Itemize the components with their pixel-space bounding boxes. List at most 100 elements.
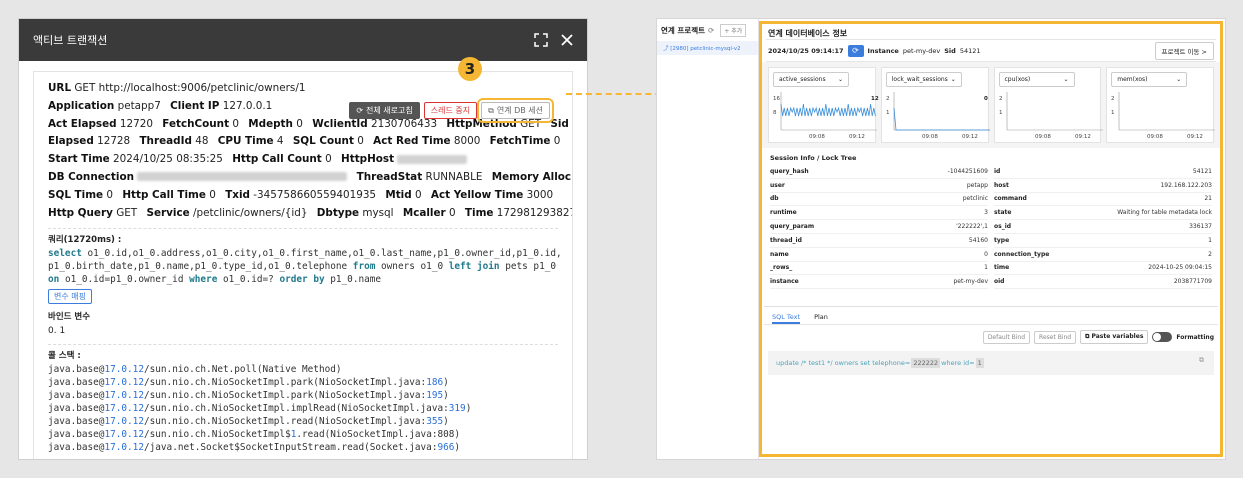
x-tick-label: 09:08: [922, 134, 938, 140]
query-title: 쿼리(12720ms) :: [48, 235, 122, 246]
linked-project-list: 연계 프로젝트 ⟳ + 추가 ⤴ [2980] petclinic-mysql-…: [657, 19, 759, 459]
last-value-label: 12: [871, 96, 879, 102]
stack-frame: java.base@17.0.12/sun.nio.ch.NioSocketIm…: [48, 403, 472, 415]
default-bind-button[interactable]: Default Bind: [982, 330, 1031, 344]
session-info-row: runtime 3: [770, 206, 988, 221]
y-tick-label: 1: [886, 110, 890, 116]
y-tick-label: 1: [1111, 110, 1115, 116]
info-bar: 2024/10/25 09:14:17 ⟳ Instance pet-my-dev…: [766, 40, 1216, 62]
session-info-row: command 21: [994, 193, 1212, 207]
y-tick-label: 2: [1111, 96, 1115, 102]
linked-db-label: 연계 DB 세션: [496, 106, 543, 115]
metric-charts: active_sessions ⌄ 16 8 12 09:08 09:12 lock_wait…: [762, 62, 1220, 148]
linked-db-title: 연계 데이터베이스 정보: [766, 24, 1216, 40]
session-info-row: host 192.168.122.203: [994, 179, 1212, 193]
instance-value: pet-my-dev: [902, 46, 941, 55]
stop-thread-button[interactable]: 스레드 중지: [423, 102, 478, 119]
sql-toolbar: Default Bind Reset Bind ⧉ Paste variable…: [764, 325, 1218, 349]
metrics-line-3: Start Time 2024/10/25 08:35:25 Http Call…: [48, 151, 558, 169]
variable-mapping-button[interactable]: 변수 매핑: [48, 289, 92, 305]
metric-chart: mem(xos) ⌄ 2 1 09:08 09:12: [1106, 67, 1216, 143]
session-info-row: query_hash -1044251609: [770, 165, 988, 179]
session-info-title: Session Info / Lock Tree: [770, 154, 857, 162]
metric-chart: cpu(xos) ⌄ 2 1 09:08 09:12: [993, 67, 1103, 143]
transaction-detail: ⟳ 전체 새로고침 스레드 중지 ⧉ 연계 DB 세션 URL GET http:/…: [33, 71, 573, 459]
session-info-row: state Waiting for table metadata lock: [994, 206, 1212, 221]
x-tick-label: 09:12: [962, 134, 978, 140]
reset-bind-button[interactable]: Reset Bind: [1034, 330, 1077, 344]
bind-variable-value: 0. 1: [48, 326, 66, 337]
close-icon[interactable]: [559, 32, 575, 48]
linked-db-panel: 연계 프로젝트 ⟳ + 추가 ⤴ [2980] petclinic-mysql-…: [656, 18, 1226, 460]
x-tick-label: 09:08: [1147, 134, 1163, 140]
tab-plan[interactable]: Plan: [814, 313, 828, 324]
instance-label: Instance: [867, 46, 899, 55]
stack-frame: java.base@17.0.12/sun.nio.ch.NioSocketIm…: [48, 377, 449, 389]
metrics-line-4: DB Connection ThreadStat RUNNABLE Memory…: [48, 170, 572, 183]
copy-icon: ⧉: [488, 105, 494, 115]
tab-sql-text[interactable]: SQL Text: [772, 313, 801, 324]
modal-header: 액티브 트랜잭션: [19, 19, 587, 61]
sid-label: Sid: [944, 46, 956, 55]
formatting-toggle[interactable]: [1152, 332, 1173, 342]
linked-project-title: 연계 프로젝트: [661, 25, 706, 35]
formatting-label: Formatting: [1176, 333, 1214, 341]
copy-icon[interactable]: ⧉: [1199, 356, 1204, 365]
x-tick-label: 09:08: [1035, 134, 1051, 140]
call-stack: java.base@17.0.12/sun.nio.ch.Net.poll(Na…: [48, 363, 558, 454]
last-value-label: 0: [984, 96, 988, 102]
session-info-row: query_param '222222',1: [770, 220, 988, 234]
refresh-all-button[interactable]: ⟳ 전체 새로고침: [349, 102, 420, 119]
session-info-row: instance pet-my-dev: [770, 275, 988, 290]
metric-chart: lock_wait_sessions ⌄ 2 1 0 09:08 09:12: [880, 67, 990, 143]
expand-icon[interactable]: [533, 32, 549, 48]
bind-chip: 222222: [911, 358, 941, 368]
y-tick-label: 2: [886, 96, 890, 102]
session-info-row: _rows_ 1: [770, 262, 988, 276]
x-tick-label: 09:12: [1075, 134, 1091, 140]
stack-frame: java.base@17.0.12/sun.nio.ch.NioSocketIm…: [48, 390, 449, 402]
paste-variables-button[interactable]: ⧉ Paste variables: [1080, 330, 1149, 344]
sql-tabs: SQL Text Plan: [764, 307, 1218, 325]
stack-frame: java.base@17.0.12/java.net.Socket$Socket…: [48, 442, 461, 454]
redacted-value: [397, 154, 468, 164]
y-tick-label: 16: [773, 96, 780, 102]
refresh-button[interactable]: ⟳: [847, 44, 864, 57]
add-project-button[interactable]: + 추가: [720, 23, 747, 37]
linked-db-session-button[interactable]: ⧉ 연계 DB 세션: [477, 98, 554, 123]
metric-chart: active_sessions ⌄ 16 8 12 09:08 09:12: [768, 67, 879, 143]
metrics-line-5: SQL Time 0 Http Call Time 0 Txid -345758…: [48, 188, 554, 201]
url-line: URL GET http://localhost:9006/petclinic/…: [48, 82, 306, 94]
session-info-row: db petclinic: [770, 193, 988, 207]
x-tick-label: 09:12: [849, 134, 865, 140]
redacted-value: [137, 172, 348, 182]
session-info-row: time 2024-10-25 09:04:15: [994, 262, 1212, 276]
modal-title: 액티브 트랜잭션: [33, 34, 108, 47]
bind-variables-title: 바인드 변수: [48, 312, 91, 323]
call-stack-title: 콜 스택 :: [48, 351, 81, 362]
metrics-line-2: Elapsed 12728 ThreadId 48 CPU Time 4 SQL…: [48, 135, 561, 148]
refresh-icon: ⟳: [356, 106, 364, 115]
stack-frame: java.base@17.0.12/sun.nio.ch.Net.poll(Na…: [48, 364, 342, 376]
session-info-grid: query_hash -1044251609 user petapp db petclin…: [766, 165, 1216, 290]
active-transaction-modal: 액티브 트랜잭션 ⟳ 전체 새로고침 스레드 중지 ⧉ 연계 DB 세션 URL G…: [18, 18, 588, 460]
callout-3: 3: [458, 57, 482, 81]
go-to-project-button[interactable]: 프로젝트 이동 >: [1154, 41, 1214, 60]
y-tick-label: 1: [999, 110, 1003, 116]
refresh-icon[interactable]: ⟳: [708, 26, 714, 35]
sql-text: update /* test1 */ owners set telephone=…: [768, 351, 1214, 375]
bind-chip: 1: [975, 358, 984, 368]
stack-frame: java.base@17.0.12/sun.nio.ch.NioSocketIm…: [48, 429, 461, 441]
session-info-row: os_id 336137: [994, 220, 1212, 234]
datetime: 2024/10/25 09:14:17: [768, 46, 844, 55]
project-item[interactable]: ⤴ [2980] petclinic-mysql-v2: [657, 41, 758, 55]
y-tick-label: 2: [999, 96, 1003, 102]
session-info-row: name 0: [770, 248, 988, 262]
stack-frame: java.base@17.0.12/sun.nio.ch.NioSocketIm…: [48, 416, 449, 428]
session-info-row: type 1: [994, 234, 1212, 248]
metrics-line-6: Http Query GET Service /petclinic/owners…: [48, 206, 572, 219]
session-info-row: connection_type 2: [994, 248, 1212, 262]
x-tick-label: 09:12: [1187, 134, 1203, 140]
sid-value: 54121: [959, 46, 981, 55]
session-info-row: thread_id 54160: [770, 234, 988, 248]
